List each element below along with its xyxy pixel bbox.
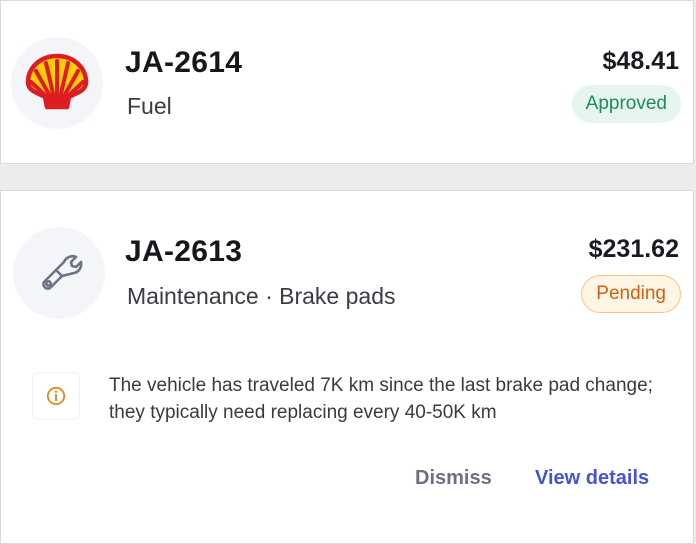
merchant-logo — [11, 37, 103, 129]
transaction-amount: $231.62 — [588, 235, 679, 263]
transaction-reference: JA-2613 — [125, 235, 243, 268]
shell-logo-icon — [25, 53, 89, 110]
dismiss-button[interactable]: Dismiss — [415, 467, 492, 490]
status-badge-pending: Pending — [581, 275, 681, 313]
info-icon — [46, 386, 66, 406]
transaction-card[interactable]: JA-2614 Fuel $48.41 Approved — [0, 0, 694, 164]
transaction-category: Maintenance · Brake pads — [127, 283, 396, 309]
transaction-amount: $48.41 — [602, 47, 679, 75]
wrench-icon — [42, 254, 83, 290]
category-logo — [13, 227, 105, 319]
view-details-button[interactable]: View details — [535, 467, 649, 490]
transaction-reference: JA-2614 — [125, 46, 243, 79]
transaction-card[interactable]: JA-2613 Maintenance · Brake pads $231.62… — [0, 190, 694, 544]
transaction-category: Fuel — [127, 93, 172, 119]
insight-message: The vehicle has traveled 7K km since the… — [109, 375, 653, 423]
insight-icon-container — [33, 373, 79, 419]
status-badge-approved: Approved — [571, 85, 681, 123]
